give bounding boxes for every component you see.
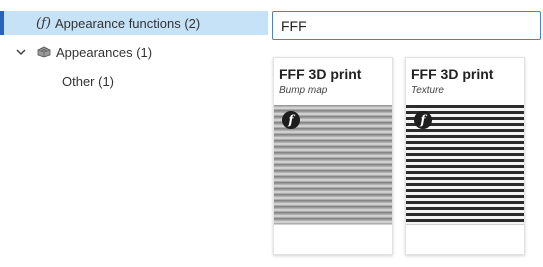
tree-item-other[interactable]: Other (1) (0, 69, 268, 93)
chevron-down-icon[interactable] (14, 45, 28, 59)
cube-grid-icon (36, 45, 52, 59)
bump-map-thumbnail: f (274, 105, 392, 225)
card-subtitle: Bump map (279, 85, 328, 96)
texture-thumbnail: f (406, 105, 524, 225)
function-icon: (ƒ) (36, 15, 51, 31)
appearance-card[interactable]: FFF 3D print Texture f (405, 57, 525, 255)
tree-item-appearances[interactable]: Appearances (1) (0, 40, 268, 64)
function-badge-icon: f (282, 111, 300, 129)
appearance-browser: (ƒ) Appearance functions (2) Appearances… (0, 0, 543, 267)
appearance-tree: (ƒ) Appearance functions (2) Appearances… (0, 0, 268, 267)
tree-item-label: Appearance functions (2) (54, 15, 201, 31)
function-badge-icon: f (414, 111, 432, 129)
tree-item-label: Appearances (1) (56, 44, 153, 60)
search-input[interactable] (272, 11, 541, 40)
appearance-card[interactable]: FFF 3D print Bump map f (273, 57, 393, 255)
card-subtitle: Texture (411, 85, 444, 96)
card-title: FFF 3D print (411, 66, 494, 82)
tree-item-appearance-functions[interactable]: (ƒ) Appearance functions (2) (0, 11, 268, 35)
card-title: FFF 3D print (279, 66, 362, 82)
tree-item-label: Other (1) (62, 73, 115, 89)
